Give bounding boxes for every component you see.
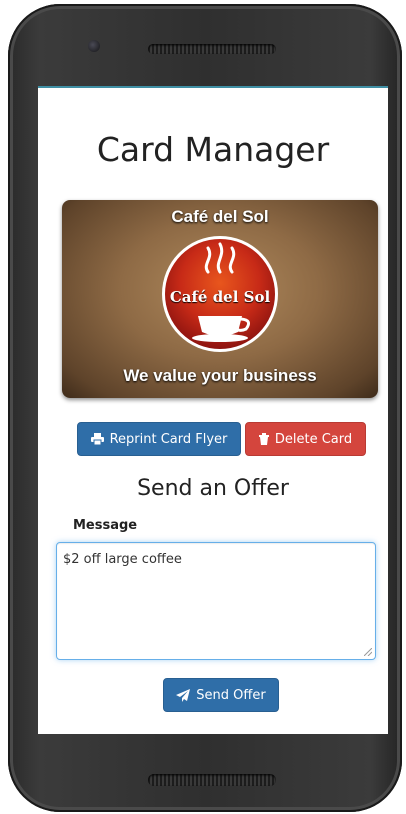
reprint-card-flyer-button[interactable]: Reprint Card Flyer xyxy=(77,422,241,456)
resize-grip-icon[interactable] xyxy=(364,648,372,656)
bottom-speaker-grille xyxy=(148,774,276,786)
card-image: Café del Sol Café del Sol We value your … xyxy=(62,200,378,398)
delete-label: Delete Card xyxy=(274,431,353,447)
paper-plane-icon xyxy=(176,688,191,702)
card-business-name: Café del Sol xyxy=(171,207,269,226)
trash-icon xyxy=(258,433,269,445)
send-offer-button[interactable]: Send Offer xyxy=(163,678,279,712)
reprint-label: Reprint Card Flyer xyxy=(109,431,228,447)
delete-card-button[interactable]: Delete Card xyxy=(245,422,366,456)
print-icon xyxy=(90,433,104,445)
message-label: Message xyxy=(73,518,138,533)
camera-icon xyxy=(88,40,100,52)
top-speaker-grille xyxy=(148,44,276,54)
send-offer-label: Send Offer xyxy=(196,687,266,703)
page-title: Card Manager xyxy=(96,130,330,169)
app-screen: Card Manager Café del Sol Café del Sol W… xyxy=(38,86,388,734)
logo-text: Café del Sol xyxy=(169,288,271,306)
message-text: $2 off large coffee xyxy=(63,552,182,567)
send-offer-heading: Send an Offer xyxy=(137,476,289,501)
phone-frame: Card Manager Café del Sol Café del Sol W… xyxy=(8,4,402,812)
cafe-logo: Café del Sol xyxy=(158,232,282,356)
card-slogan: We value your business xyxy=(123,366,317,385)
message-textarea[interactable]: $2 off large coffee xyxy=(56,542,376,660)
